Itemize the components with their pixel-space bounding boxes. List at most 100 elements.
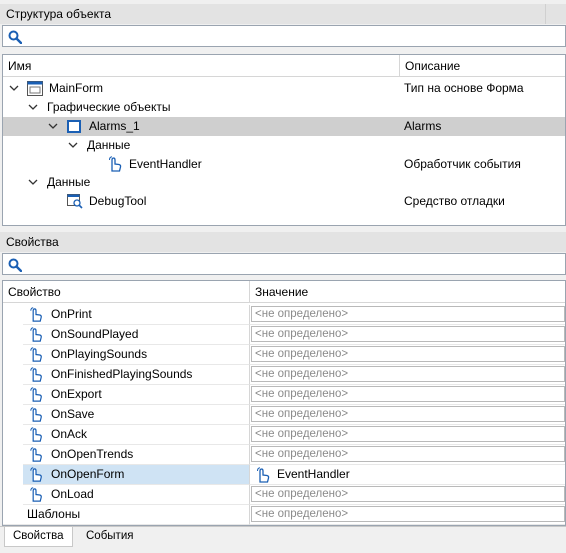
event-hand-icon (30, 367, 42, 382)
tab-events[interactable]: События (78, 527, 141, 547)
value-field[interactable]: <не определено> (251, 446, 565, 462)
tree-node-label: Alarms_1 (89, 119, 140, 133)
structure-tree[interactable]: Имя Описание MainForm Тип на основе Форм… (2, 54, 566, 226)
event-hand-icon (30, 427, 42, 442)
property-row-onack[interactable]: OnAck <не определено> (3, 425, 565, 445)
tree-node-debugtool[interactable]: DebugTool Средство отладки (3, 192, 565, 211)
value-field[interactable]: <не определено> (251, 506, 565, 522)
tree-node-data[interactable]: Данные (3, 136, 565, 155)
hand-pointer-icon (109, 156, 122, 172)
value-field[interactable]: <не определено> (251, 326, 565, 342)
value-field[interactable]: <не определено> (251, 406, 565, 422)
value-field[interactable]: <не определено> (251, 426, 565, 442)
property-value[interactable]: <не определено> (249, 365, 565, 385)
event-hand-icon (30, 487, 42, 502)
property-row-onfinishedplayingsounds[interactable]: OnFinishedPlayingSounds <не определено> (3, 365, 565, 385)
hand-pointer-icon (257, 467, 270, 483)
column-header-value[interactable]: Значение (249, 281, 565, 303)
property-name[interactable]: Шаблоны (3, 505, 249, 525)
properties-search-input[interactable] (2, 253, 566, 275)
column-header-description[interactable]: Описание (399, 55, 565, 77)
property-name[interactable]: OnSave (23, 405, 249, 425)
event-hand-icon (30, 407, 42, 422)
tree-node-eventhandler[interactable]: EventHandler Обработчик события (3, 155, 565, 174)
property-name[interactable]: OnOpenForm (23, 465, 249, 485)
property-row-templates[interactable]: Шаблоны <не определено> (3, 505, 565, 525)
column-header-name[interactable]: Имя (3, 55, 399, 77)
property-name[interactable]: OnExport (23, 385, 249, 405)
tree-node-data[interactable]: Данные (3, 173, 565, 192)
tree-node-label: EventHandler (129, 157, 202, 171)
search-icon (8, 258, 22, 272)
property-value[interactable]: <не определено> (249, 485, 565, 505)
tree-node-mainform[interactable]: MainForm Тип на основе Форма (3, 79, 565, 98)
property-row-onload[interactable]: OnLoad <не определено> (3, 485, 565, 505)
structure-panel-title: Структура объекта (6, 7, 112, 21)
tree-node-graphic-objects[interactable]: Графические объекты (3, 98, 565, 117)
event-hand-icon (30, 327, 42, 342)
debug-tool-icon (67, 194, 83, 209)
tree-node-label: Данные (87, 138, 131, 152)
property-name[interactable]: OnFinishedPlayingSounds (23, 365, 249, 385)
event-hand-icon (30, 447, 42, 462)
property-value[interactable]: <не определено> (249, 385, 565, 405)
structure-search-input[interactable] (2, 25, 566, 47)
event-hand-icon (30, 347, 42, 362)
properties-grid[interactable]: Свойство Значение OnPrint <не определено… (2, 280, 566, 526)
property-value[interactable]: EventHandler (249, 465, 565, 485)
tree-node-description: Средство отладки (404, 194, 505, 208)
tree-node-description: Тип на основе Форма (404, 81, 524, 95)
value-field[interactable]: <не определено> (251, 306, 565, 322)
tree-node-label: Данные (47, 175, 91, 189)
property-value[interactable]: <не определено> (249, 325, 565, 345)
property-value[interactable]: <не определено> (249, 505, 565, 525)
tree-node-label: MainForm (49, 81, 104, 95)
value-text[interactable]: EventHandler (277, 465, 350, 484)
chevron-down-icon[interactable] (9, 83, 19, 93)
chevron-down-icon[interactable] (48, 121, 58, 131)
tab-properties[interactable]: Свойства (4, 527, 73, 547)
chevron-down-icon[interactable] (28, 177, 38, 187)
properties-panel-header: Свойства (0, 232, 566, 252)
property-value[interactable]: <не определено> (249, 445, 565, 465)
property-row-onsave[interactable]: OnSave <не определено> (3, 405, 565, 425)
property-value[interactable]: <не определено> (249, 305, 565, 325)
value-field[interactable]: <не определено> (251, 486, 565, 502)
value-field[interactable]: <не определено> (251, 366, 565, 382)
chevron-down-icon[interactable] (68, 140, 78, 150)
event-hand-icon (30, 387, 42, 402)
chevron-down-icon[interactable] (28, 102, 38, 112)
event-hand-icon (30, 307, 42, 322)
property-name[interactable]: OnOpenTrends (23, 445, 249, 465)
tree-node-label: Графические объекты (47, 100, 171, 114)
event-hand-icon (30, 467, 42, 482)
tree-node-description: Alarms (404, 119, 442, 133)
property-row-onprint[interactable]: OnPrint <не определено> (3, 305, 565, 325)
value-field[interactable]: <не определено> (251, 386, 565, 402)
tree-node-label: DebugTool (89, 194, 147, 208)
form-icon (27, 81, 43, 96)
property-value[interactable]: <не определено> (249, 345, 565, 365)
property-row-onsoundplayed[interactable]: OnSoundPlayed <не определено> (3, 325, 565, 345)
property-name[interactable]: OnPlayingSounds (23, 345, 249, 365)
structure-panel-header: Структура объекта (0, 4, 566, 24)
property-name[interactable]: OnPrint (23, 305, 249, 325)
tree-node-alarms1[interactable]: Alarms_1 Alarms (3, 117, 565, 136)
property-row-onopenform[interactable]: OnOpenForm EventHandler (3, 465, 565, 485)
property-name[interactable]: OnLoad (23, 485, 249, 505)
tree-node-description: Обработчик события (404, 157, 521, 171)
bottom-tab-bar: Свойства События (0, 526, 566, 553)
property-value[interactable]: <не определено> (249, 405, 565, 425)
property-name[interactable]: OnAck (23, 425, 249, 445)
properties-panel-title: Свойства (6, 235, 59, 249)
property-name[interactable]: OnSoundPlayed (23, 325, 249, 345)
header-separator (545, 4, 546, 24)
value-field[interactable]: <не определено> (251, 346, 565, 362)
property-row-onexport[interactable]: OnExport <не определено> (3, 385, 565, 405)
property-value[interactable]: <не определено> (249, 425, 565, 445)
property-row-onplayingsounds[interactable]: OnPlayingSounds <не определено> (3, 345, 565, 365)
search-icon (8, 30, 22, 44)
column-header-property[interactable]: Свойство (3, 281, 249, 303)
property-row-onopentrends[interactable]: OnOpenTrends <не определено> (3, 445, 565, 465)
alarms-object-icon (67, 120, 81, 133)
